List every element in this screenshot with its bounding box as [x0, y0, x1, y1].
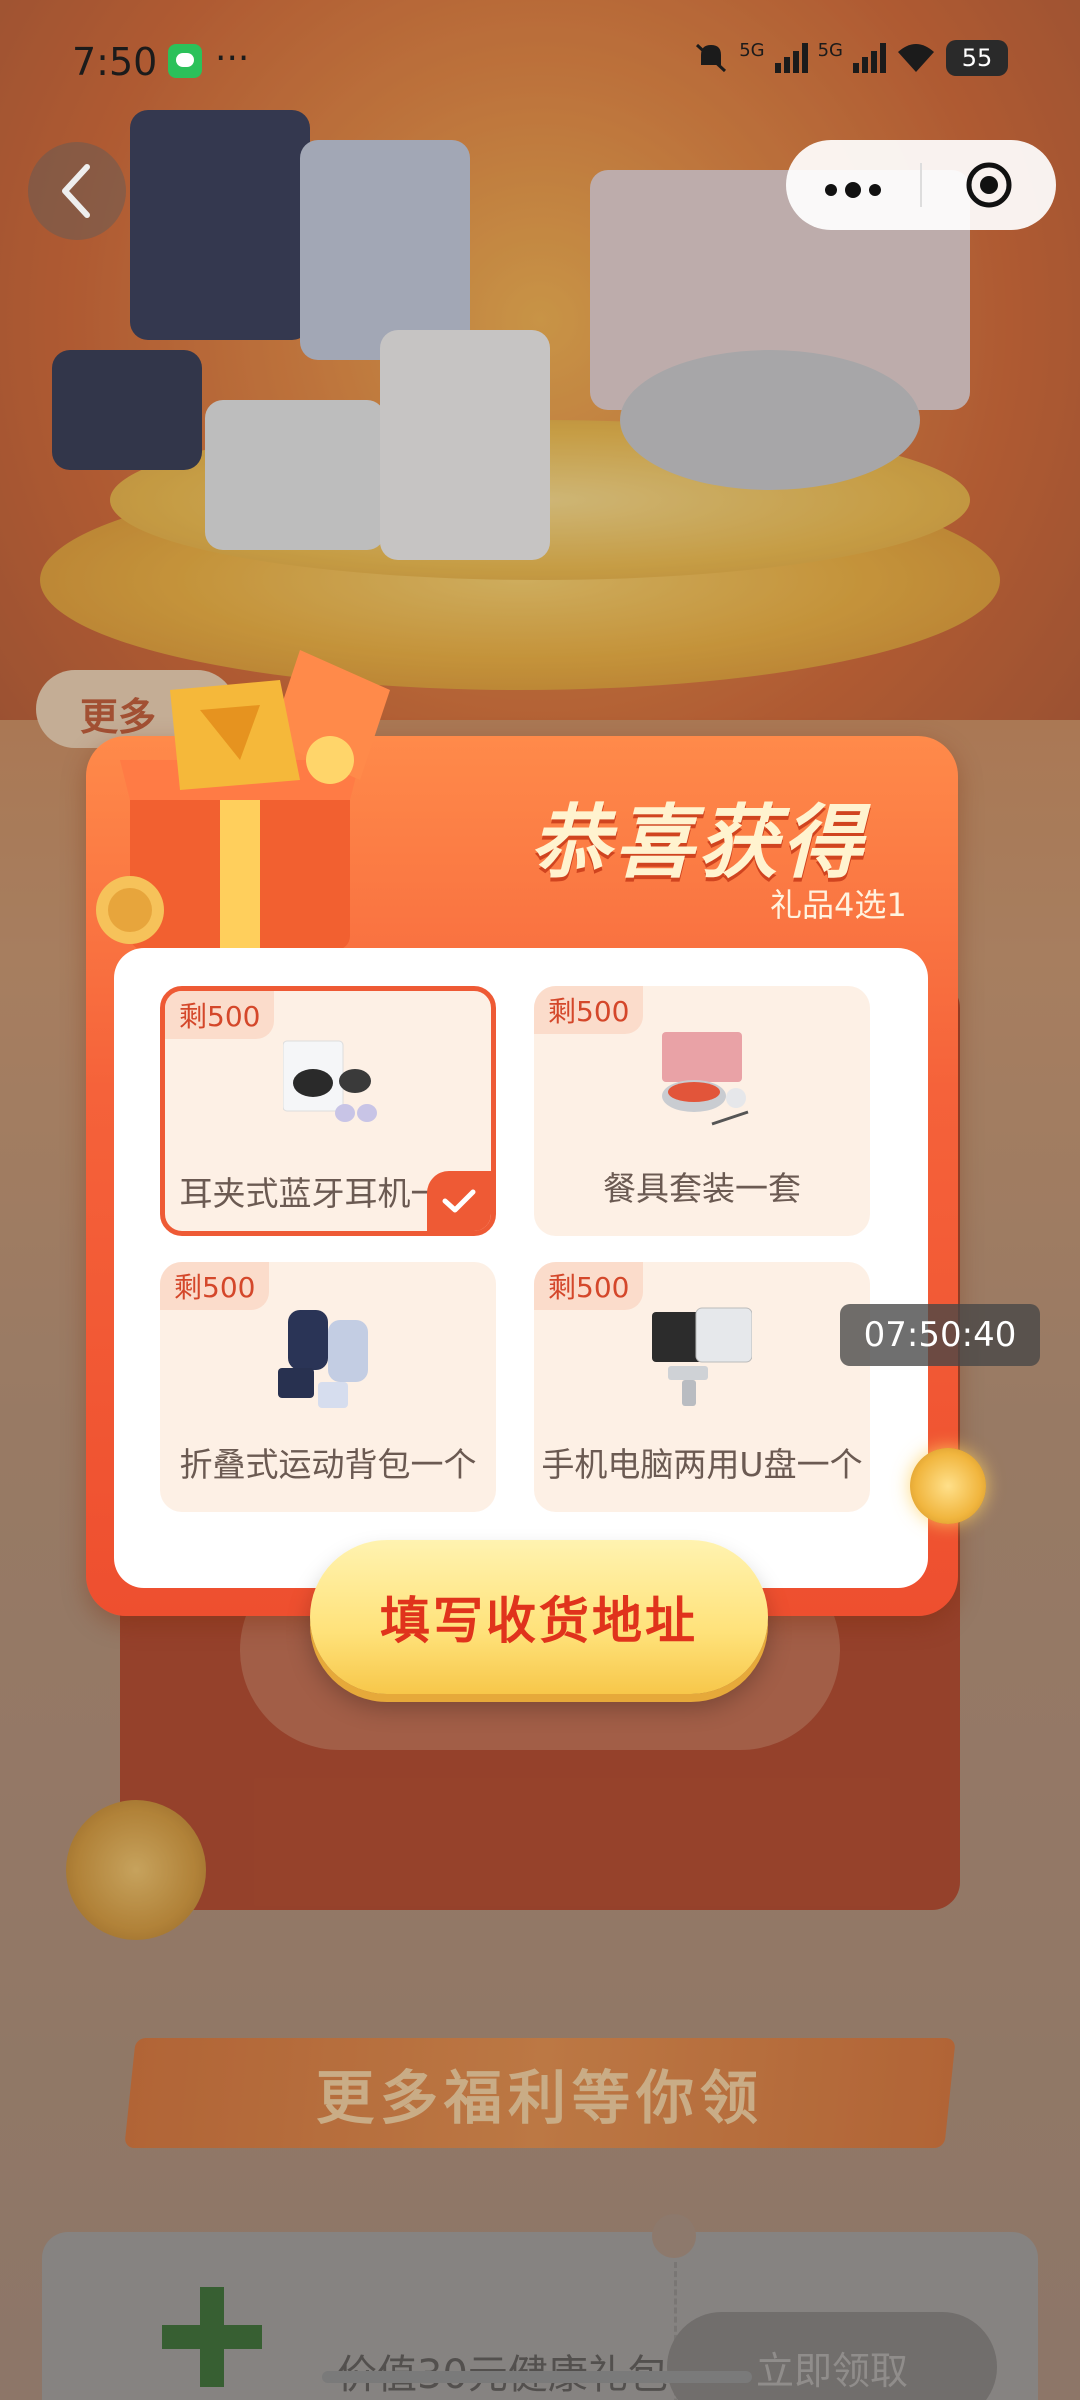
network-label-2: 5G — [817, 40, 843, 61]
status-icons: 5G 5G 55 — [693, 40, 1008, 76]
usb-drive-icon — [652, 1307, 752, 1406]
signal-icon-2 — [853, 43, 886, 73]
status-time: 7:50 — [72, 40, 158, 84]
gift-option-usb-drive[interactable]: 剩500 手机电脑两用U盘一个 — [534, 1262, 870, 1512]
coin-icon — [910, 1448, 986, 1524]
fill-address-label: 填写收货地址 — [380, 1592, 698, 1650]
backpack-icon — [278, 1310, 368, 1408]
gift-option-name: 手机电脑两用U盘一个 — [541, 1445, 863, 1484]
battery-icon: 55 — [946, 40, 1008, 76]
mute-icon — [696, 43, 727, 73]
fill-address-button[interactable]: 填写收货地址 — [310, 1540, 768, 1694]
stock-badge: 剩500 — [534, 986, 644, 1034]
earbuds-icon — [283, 1040, 377, 1122]
signal-icon-1 — [774, 43, 808, 73]
selected-check-icon — [427, 1171, 491, 1231]
more-button[interactable] — [786, 162, 920, 208]
gift-option-earbuds[interactable]: 剩500 耳夹式蓝牙耳机一个 — [160, 986, 496, 1236]
close-miniprogram-button[interactable] — [922, 160, 1056, 210]
stock-badge: 剩500 — [160, 1262, 270, 1310]
status-bar: 7:50 ··· 5G 5G 55 — [0, 30, 1080, 96]
timer-badge: 07:50:40 — [840, 1304, 1040, 1366]
stock-badge: 剩500 — [165, 991, 275, 1039]
screen: 更多 更多福利等你领 价值30元健康礼包 立即领取 7:50 ··· 5G 5G — [0, 0, 1080, 2400]
modal-title: 恭喜获得 — [530, 798, 866, 887]
gift-option-backpack[interactable]: 剩500 折叠式运动背包一个 — [160, 1262, 496, 1512]
modal-subtitle: 礼品4选1 — [770, 886, 907, 924]
gift-option-name: 餐具套装一套 — [603, 1169, 801, 1208]
gift-box-icon — [96, 650, 390, 950]
gift-option-tableware[interactable]: 剩500 餐具套装一套 — [534, 986, 870, 1236]
gift-option-name: 折叠式运动背包一个 — [179, 1445, 477, 1484]
miniprogram-capsule — [786, 140, 1056, 230]
home-indicator[interactable] — [322, 2371, 752, 2383]
stock-badge: 剩500 — [534, 1262, 644, 1310]
tableware-icon — [662, 1032, 749, 1126]
back-button[interactable] — [28, 142, 126, 240]
wifi-icon — [898, 44, 934, 72]
wechat-icon — [168, 44, 202, 78]
gift-options: 剩500 耳夹式蓝牙耳机一个 剩500 餐具套装一套 剩500 折叠式运动背包一… — [114, 948, 928, 1588]
network-label-1: 5G — [739, 40, 765, 61]
chevron-left-icon — [62, 164, 90, 218]
target-icon — [966, 162, 1012, 208]
more-dots-icon — [825, 182, 881, 198]
notification-dots: ··· — [215, 38, 250, 79]
